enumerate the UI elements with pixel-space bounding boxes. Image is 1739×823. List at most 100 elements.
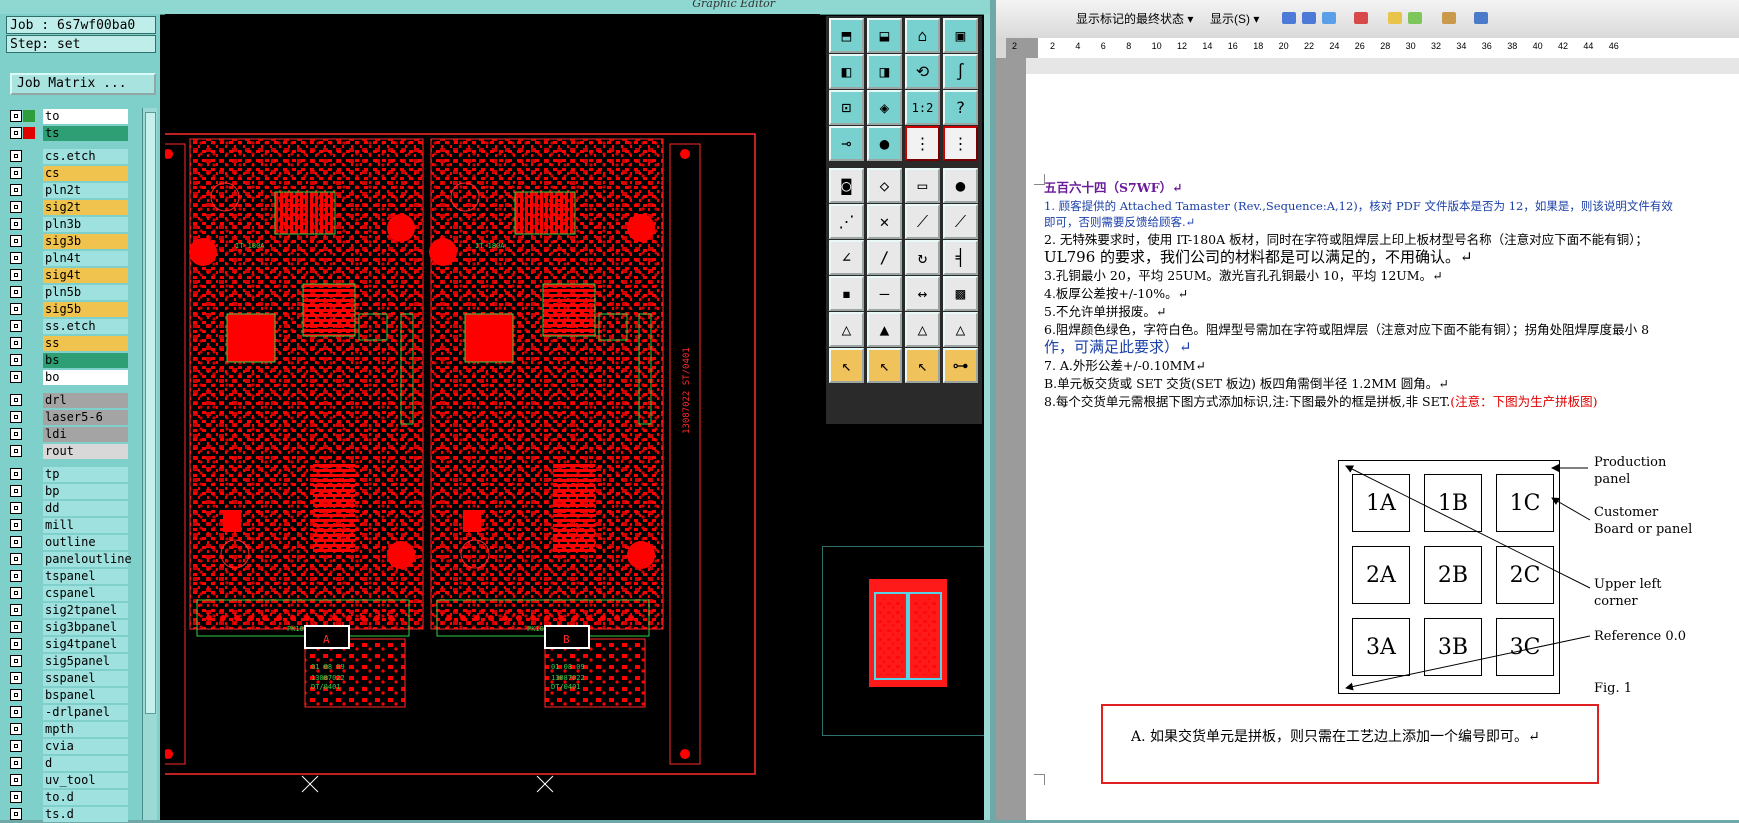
layer-checkbox[interactable]	[10, 150, 22, 162]
layer-checkbox[interactable]	[10, 394, 22, 406]
layer-checkbox[interactable]	[10, 320, 22, 332]
layer-checkbox[interactable]	[10, 757, 22, 769]
layer-row-to-d[interactable]: to.d	[8, 789, 130, 806]
layer-checkbox[interactable]	[10, 502, 22, 514]
layer-checkbox[interactable]	[10, 235, 22, 247]
angle-icon[interactable]: ∠	[829, 240, 864, 275]
layer-checkbox[interactable]	[10, 201, 22, 213]
layer-row-sig3b[interactable]: sig3b	[8, 233, 130, 250]
layer-row-bo[interactable]: bo	[8, 369, 130, 386]
layer-checkbox[interactable]	[10, 587, 22, 599]
pan-left-icon[interactable]: ◧	[829, 54, 864, 89]
net-compare-icon[interactable]: ⋮	[943, 126, 978, 161]
measure-icon[interactable]: ⊸	[829, 126, 864, 161]
layer-checkbox[interactable]	[10, 286, 22, 298]
tab-selector[interactable]	[996, 38, 1006, 58]
slash-icon[interactable]: ∕	[867, 240, 902, 275]
layer-row-pln2t[interactable]: pln2t	[8, 182, 130, 199]
hline-icon[interactable]: —	[867, 276, 902, 311]
layer-row-sspanel[interactable]: sspanel	[8, 670, 130, 687]
scale-one-two-icon[interactable]: 1:2	[905, 90, 940, 125]
job-matrix-button[interactable]: Job Matrix ...	[10, 73, 156, 95]
triangle-4-icon[interactable]: △	[943, 312, 978, 347]
layer-row-ss[interactable]: ss	[8, 335, 130, 352]
layer-row-pln4t[interactable]: pln4t	[8, 250, 130, 267]
layer-row-dd[interactable]: dd	[8, 500, 130, 517]
previous-change-icon[interactable]	[1282, 12, 1296, 24]
reviewing-pane-icon[interactable]	[1474, 12, 1488, 24]
diag-line-icon[interactable]: ⟋	[943, 204, 978, 239]
layer-row-uv-tool[interactable]: uv_tool	[8, 772, 130, 789]
markup-display-dropdown[interactable]: 显示标记的最终状态 ▾	[1076, 10, 1193, 27]
home-icon[interactable]: ⌂	[905, 18, 940, 53]
layer-row-cvia[interactable]: cvia	[8, 738, 130, 755]
comment-icon[interactable]	[1388, 12, 1402, 24]
layer-checkbox[interactable]	[10, 604, 22, 616]
pan-right-icon[interactable]: ◨	[867, 54, 902, 89]
highlight-icon[interactable]	[1408, 12, 1422, 24]
dimension-icon[interactable]: ↔	[905, 276, 940, 311]
graphics-canvas[interactable]: IT-180A PK101 A 01 08 09 13087022 DT/040…	[165, 14, 820, 820]
layer-checkbox[interactable]	[10, 791, 22, 803]
cross-icon[interactable]: ✕	[867, 204, 902, 239]
layer-checkbox[interactable]	[10, 638, 22, 650]
connect-icon[interactable]: ⋰	[829, 204, 864, 239]
layer-checkbox[interactable]	[10, 689, 22, 701]
layer-checkbox[interactable]	[10, 468, 22, 480]
layer-checkbox[interactable]	[10, 354, 22, 366]
layer-row-sig2t[interactable]: sig2t	[8, 199, 130, 216]
layer-checkbox[interactable]	[10, 740, 22, 752]
layer-row-cs[interactable]: cs	[8, 165, 130, 182]
fit-top-icon[interactable]: ⬒	[829, 18, 864, 53]
layer-row-paneloutline[interactable]: paneloutline	[8, 551, 132, 568]
layer-row-ts[interactable]: ts	[8, 125, 130, 142]
layer-checkbox[interactable]	[10, 570, 22, 582]
layer-list-scrollbar[interactable]	[142, 108, 157, 820]
layer-checkbox[interactable]	[10, 672, 22, 684]
layer-row-ldi[interactable]: ldi	[8, 426, 130, 443]
layer-row-tspanel[interactable]: tspanel	[8, 568, 130, 585]
layer-row-pln5b[interactable]: pln5b	[8, 284, 130, 301]
reject-change-icon[interactable]	[1354, 12, 1368, 24]
layer-checkbox[interactable]	[10, 655, 22, 667]
layer-checkbox[interactable]	[10, 411, 22, 423]
ruler-icon[interactable]: ▭	[905, 168, 940, 203]
show-markup-button[interactable]: 显示(S) ▾	[1210, 10, 1259, 27]
layer-row-mill[interactable]: mill	[8, 517, 130, 534]
select-icon[interactable]: ↖	[829, 348, 864, 383]
layer-row-bs[interactable]: bs	[8, 352, 130, 369]
erase-icon[interactable]: ◇	[867, 168, 902, 203]
layer-checkbox[interactable]	[10, 337, 22, 349]
layer-checkbox[interactable]	[10, 218, 22, 230]
select-box-icon[interactable]: ↖	[867, 348, 902, 383]
layer-row-bspanel[interactable]: bspanel	[8, 687, 130, 704]
layer-checkbox[interactable]	[10, 269, 22, 281]
layer-checkbox[interactable]	[10, 428, 22, 440]
layer-checkbox[interactable]	[10, 723, 22, 735]
layer-row-ss-etch[interactable]: ss.etch	[8, 318, 130, 335]
snapshot-icon[interactable]: ◙	[829, 168, 864, 203]
next-change-icon[interactable]	[1302, 12, 1316, 24]
scrollbar-thumb[interactable]	[145, 112, 156, 714]
layer-checkbox[interactable]	[10, 774, 22, 786]
layer-checkbox[interactable]	[10, 519, 22, 531]
layer-row-outline[interactable]: outline	[8, 534, 130, 551]
layer-checkbox[interactable]	[10, 621, 22, 633]
layer-checkbox[interactable]	[10, 127, 22, 139]
rotate-icon[interactable]: ⟲	[905, 54, 940, 89]
line-icon[interactable]: ⟋	[905, 204, 940, 239]
zoom-center-icon[interactable]: ◈	[867, 90, 902, 125]
help-icon[interactable]: ?	[943, 90, 978, 125]
layer-row-tp[interactable]: tp	[8, 466, 130, 483]
select-circle-icon[interactable]: ↖	[905, 348, 940, 383]
horizontal-ruler[interactable]: 2 2 4 6 8 10 12 14 16 18 20 22 24 26 28 30 32 34 36 38 40 42 4…	[1006, 38, 1739, 59]
layer-row-laser5-6[interactable]: laser5-6	[8, 409, 130, 426]
zoom-fit-icon[interactable]: ⊡	[829, 90, 864, 125]
layer-row--drlpanel[interactable]: -drlpanel	[8, 704, 130, 721]
layer-checkbox[interactable]	[10, 110, 22, 122]
layer-row-cspanel[interactable]: cspanel	[8, 585, 130, 602]
net-icon[interactable]: ⋮	[905, 126, 940, 161]
layer-row-pln3b[interactable]: pln3b	[8, 216, 130, 233]
layer-row-drl[interactable]: drl	[8, 392, 130, 409]
arc-icon[interactable]: ↻	[905, 240, 940, 275]
